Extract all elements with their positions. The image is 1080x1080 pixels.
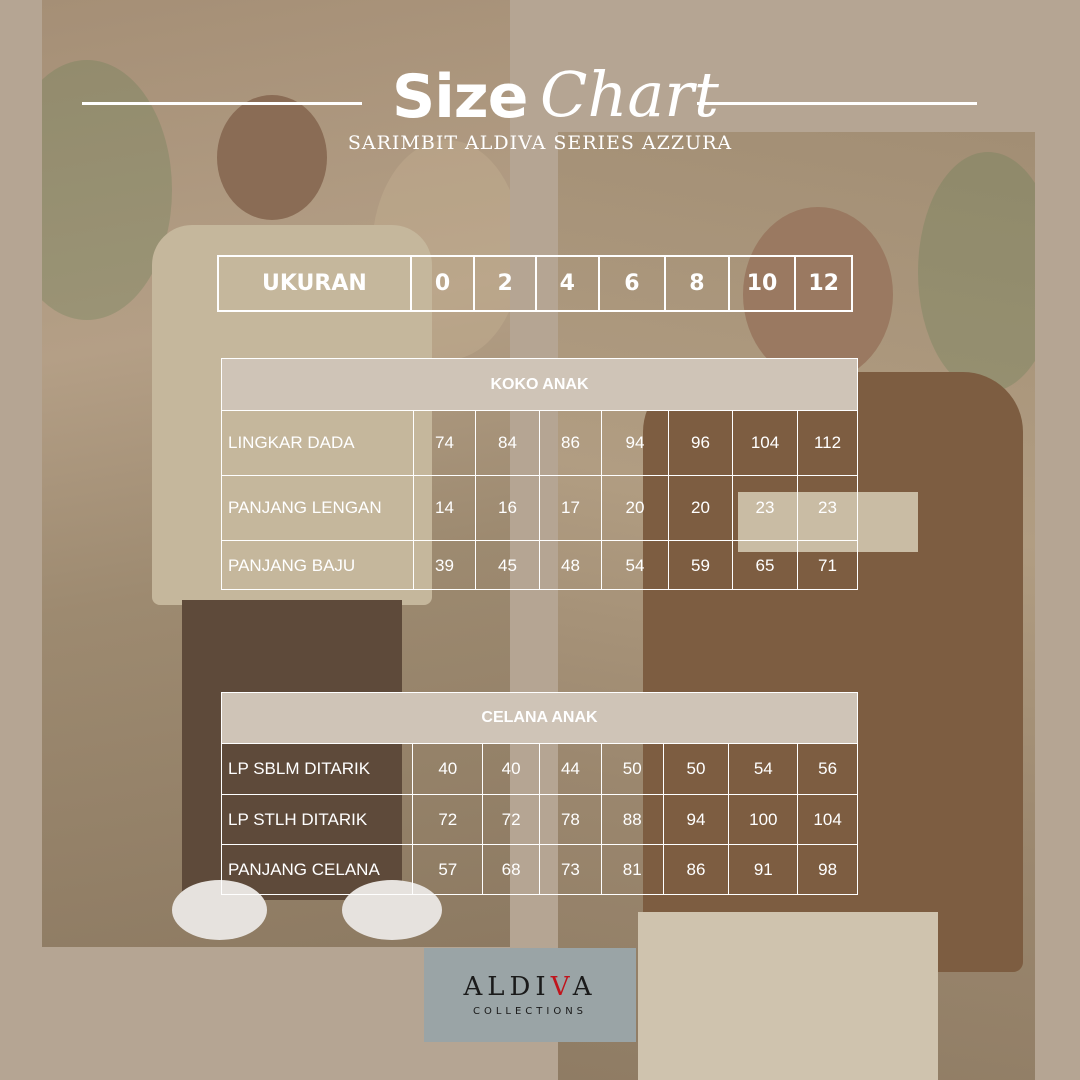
table-cell: 44: [540, 744, 602, 794]
table-cell: 100: [729, 795, 799, 844]
title-right-rule: [697, 102, 977, 105]
table-cell: 54: [602, 541, 669, 590]
table-row: PANJANG BAJU 39 45 48 54 59 65 71: [222, 541, 857, 590]
table-cell: 96: [669, 411, 733, 475]
celana-anak-table: CELANA ANAK LP SBLM DITARIK 40 40 44 50 …: [221, 692, 858, 895]
table-cell: 71: [818, 555, 837, 575]
table-cell: 98: [818, 860, 838, 879]
row-label: PANJANG BAJU: [222, 541, 414, 590]
table-cell: 23: [733, 476, 798, 540]
table-cell: 104: [813, 809, 842, 829]
table-cell: 40: [413, 744, 484, 794]
table-cell: 65: [733, 541, 798, 590]
table-cell: 112: [813, 433, 842, 452]
koko-anak-table: KOKO ANAK LINGKAR DADA 74 84 86 94 96 10…: [221, 358, 858, 590]
table-cell: 81: [602, 845, 664, 895]
size-header-cell: 2: [473, 257, 535, 310]
size-header-cell: 6: [597, 257, 665, 310]
size-header-cell: 8: [664, 257, 728, 310]
logo-text-v: V: [550, 972, 573, 1002]
table-cell: 86: [540, 411, 602, 475]
table-row: LP STLH DITARIK 72 72 78 88 94 100 104: [222, 795, 857, 845]
title-left-rule: [82, 102, 362, 105]
table-cell: 50: [602, 744, 664, 794]
table-cell: 94: [602, 411, 669, 475]
table-cell: 73: [540, 845, 602, 895]
size-header-cell: 4: [534, 257, 598, 310]
table-cell: 57: [413, 845, 484, 895]
table-row: LP SBLM DITARIK 40 40 44 50 50 54 56: [222, 744, 857, 795]
table-cell: 14: [414, 476, 476, 540]
table-cell: 20: [602, 476, 669, 540]
table-cell: 39: [414, 541, 476, 590]
logo-wordmark: ALDIVA: [424, 972, 636, 1002]
table-cell: 20: [669, 476, 733, 540]
size-header-table: UKURAN 0 2 4 6 8 10 12: [217, 255, 853, 312]
logo-text-b: A: [572, 972, 597, 1002]
table-cell: 78: [540, 795, 602, 844]
title-chart: Chart: [540, 58, 719, 131]
table-cell: 56: [818, 759, 838, 778]
size-header-cell: 0: [409, 257, 474, 310]
table-row: LINGKAR DADA 74 84 86 94 96 104 112: [222, 411, 857, 476]
row-label: PANJANG LENGAN: [222, 476, 414, 540]
table-cell: 74: [414, 411, 476, 475]
celana-anak-title: CELANA ANAK: [222, 693, 857, 744]
row-label: LP STLH DITARIK: [222, 795, 414, 844]
table-cell: 45: [476, 541, 540, 590]
subtitle: SARIMBIT ALDIVA SERIES AZZURA: [347, 132, 733, 154]
row-label: PANJANG CELANA: [222, 845, 414, 895]
table-row: PANJANG LENGAN 14 16 17 20 20 23 23: [222, 476, 857, 541]
table-cell: 72: [413, 795, 484, 844]
title-row: Size Chart: [0, 58, 1080, 138]
table-cell: 50: [664, 744, 730, 794]
table-cell: 40: [483, 744, 541, 794]
table-cell: 88: [602, 795, 664, 844]
logo-subtext: COLLECTIONS: [472, 1006, 588, 1017]
logo-text-a: ALDI: [463, 972, 551, 1002]
table-cell: 16: [476, 476, 540, 540]
table-cell: 23: [818, 498, 837, 517]
size-header-cell: 10: [727, 257, 795, 310]
table-cell: 91: [729, 845, 799, 895]
table-cell: 17: [540, 476, 602, 540]
table-cell: 104: [733, 411, 798, 475]
table-cell: 84: [476, 411, 540, 475]
size-header-label: UKURAN: [261, 271, 367, 296]
table-cell: 94: [664, 795, 730, 844]
koko-anak-title: KOKO ANAK: [222, 359, 857, 411]
row-label: LP SBLM DITARIK: [222, 744, 414, 794]
table-row: PANJANG CELANA 57 68 73 81 86 91 98: [222, 845, 857, 895]
table-cell: 72: [483, 795, 541, 844]
size-header-cell: 12: [794, 257, 851, 310]
table-cell: 68: [483, 845, 541, 895]
table-cell: 54: [729, 744, 799, 794]
row-label: LINGKAR DADA: [222, 411, 414, 475]
aldiva-logo: ALDIVA COLLECTIONS: [424, 948, 636, 1042]
table-cell: 59: [669, 541, 733, 590]
table-cell: 86: [664, 845, 730, 895]
title-size: Size: [392, 62, 528, 132]
table-cell: 48: [540, 541, 602, 590]
